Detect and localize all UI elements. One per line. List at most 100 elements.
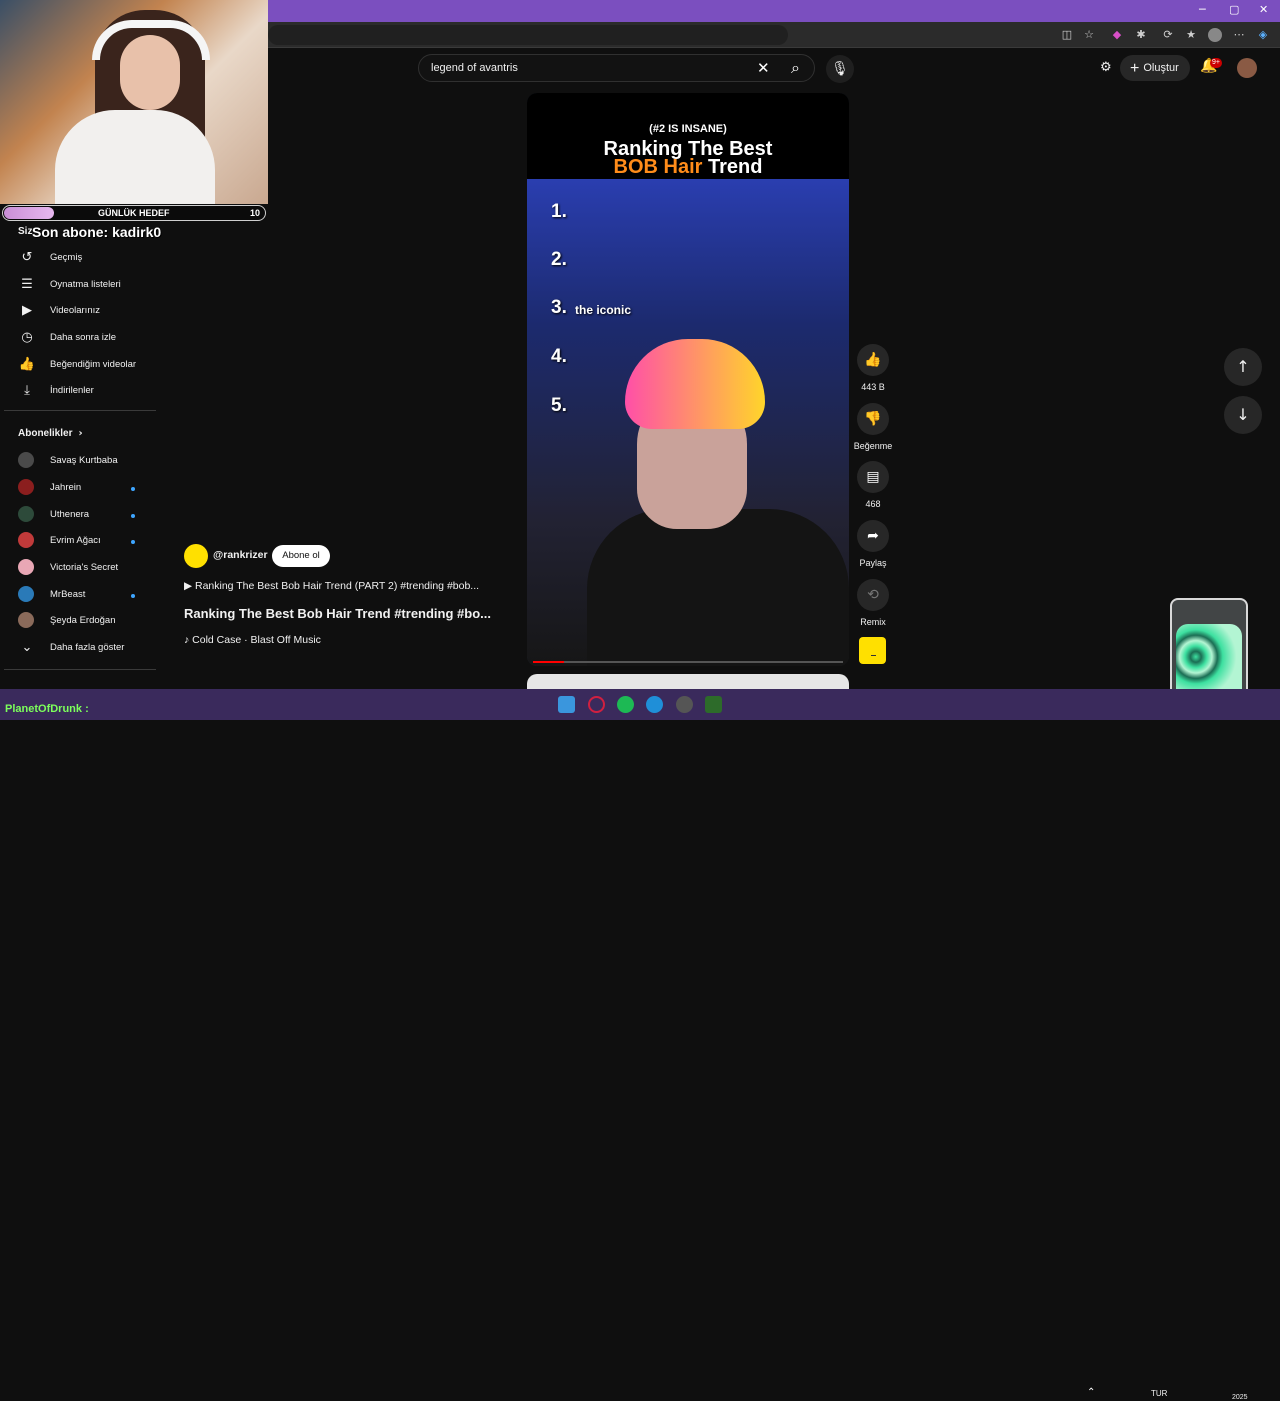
subscriptions-title: Abonelikler — [18, 428, 73, 439]
notification-badge: 9+ — [1210, 58, 1222, 68]
sidebar-item-label: Beğendiğim videolar — [50, 359, 137, 370]
music-link[interactable]: ♪ Cold Case · Blast Off Music — [184, 634, 321, 646]
video-progress-fill — [533, 661, 564, 663]
create-button[interactable]: + Oluştur — [1120, 55, 1190, 81]
more-menu-icon[interactable]: ⋯ — [1232, 28, 1246, 42]
sidebar-item-label: Uthenera — [50, 509, 90, 520]
show-more-label: Daha fazla göster — [50, 642, 125, 653]
sidebar-sub-item[interactable]: Jahrein — [18, 478, 158, 502]
clock-year[interactable]: 2025 — [1232, 1394, 1248, 1401]
collections-icon[interactable]: ★ — [1184, 28, 1198, 42]
clear-search-icon[interactable]: ✕ — [757, 59, 770, 77]
search-icon[interactable]: ⌕ — [791, 58, 800, 78]
streamer-name: PlanetOfDrunk : — [5, 703, 89, 715]
search-box[interactable]: legend of avantris ✕ ⌕ — [418, 54, 815, 82]
microphone-icon[interactable]: 🎙 — [826, 55, 854, 83]
sidebar-sub-item[interactable]: Evrim Ağacı — [18, 531, 158, 555]
sidebar-sub-item[interactable]: Savaş Kurtbaba — [18, 451, 158, 475]
video-title-banner: (#2 IS INSANE) Ranking The Best BOB Hair… — [527, 93, 849, 179]
sidebar-item-label: Savaş Kurtbaba — [50, 455, 118, 466]
puzzle-icon[interactable]: ✱ — [1134, 28, 1148, 42]
sidebar-item-watch-later[interactable]: ◷ Daha sonra izle — [18, 328, 158, 352]
sidebar-sub-item[interactable]: MrBeast — [18, 585, 158, 609]
remix-action: ⟲ Remix — [856, 579, 890, 627]
account-avatar[interactable] — [1237, 58, 1257, 78]
sound-thumbnail[interactable] — [859, 637, 886, 664]
edge-icon[interactable] — [646, 696, 663, 713]
comments-button[interactable]: ▤ — [857, 461, 889, 493]
playlist-icon: ☰ — [21, 277, 33, 292]
subscribe-button[interactable]: Abone ol — [272, 545, 330, 567]
sidebar-item-label: Videolarınız — [50, 305, 100, 316]
share-button[interactable]: ➦ — [857, 520, 889, 552]
chevron-right-icon: › — [78, 428, 83, 439]
windows-start-icon[interactable] — [558, 696, 575, 713]
thumbs-up-icon: 👍 — [864, 352, 882, 368]
your-videos-icon: ▶ — [22, 303, 32, 318]
extension-icon[interactable]: ◆ — [1110, 28, 1124, 42]
you-section-title: Siz — [18, 226, 33, 237]
sidebar-item-downloads[interactable]: ⤓ İndirilenler — [18, 381, 158, 405]
channel-handle[interactable]: @rankrizer — [213, 549, 268, 561]
url-field[interactable] — [268, 25, 788, 45]
arrow-up-icon: ↑ — [1236, 357, 1250, 376]
sidebar-item-history[interactable]: ↺ Geçmiş — [18, 248, 158, 272]
sidebar-item-label: MrBeast — [50, 589, 86, 600]
sidebar-sub-item[interactable]: Victoria's Secret — [18, 558, 158, 582]
channel-avatar — [18, 506, 34, 522]
channel-avatar[interactable] — [184, 544, 208, 568]
cast-icon[interactable]: ⚙ — [1100, 60, 1112, 75]
close-window-button[interactable]: ✕ — [1259, 3, 1268, 16]
favorite-star-icon[interactable]: ☆ — [1082, 28, 1096, 42]
obs-icon[interactable] — [676, 696, 693, 713]
new-content-dot — [131, 594, 135, 598]
sidebar-item-playlists[interactable]: ☰ Oynatma listeleri — [18, 275, 158, 299]
video-progress-bar[interactable] — [533, 661, 843, 663]
thumbs-up-icon: 👍 — [18, 357, 36, 372]
next-short-button[interactable]: ↓ — [1224, 396, 1262, 434]
shorts-video-player[interactable]: (#2 IS INSANE) Ranking The Best BOB Hair… — [527, 93, 849, 666]
remix-icon: ⟲ — [867, 587, 879, 603]
sidebar-item-label: Jahrein — [50, 482, 82, 493]
like-count: 443 B — [861, 382, 885, 392]
minimize-button[interactable]: ─ — [1199, 3, 1206, 16]
language-indicator[interactable]: TUR — [1151, 1389, 1167, 1398]
sidebar-item-label: İndirilenler — [50, 385, 94, 396]
maximize-button[interactable]: ▢ — [1229, 3, 1239, 16]
windows-taskbar: ⌃ TUR 2025 — [0, 689, 1280, 1401]
video-frame: 1. 2. 3. the iconic 4. 5. — [527, 179, 849, 666]
previous-short-button[interactable]: ↑ — [1224, 348, 1262, 386]
sidebar-item-liked[interactable]: 👍 Beğendiğim videolar — [18, 355, 158, 379]
new-content-dot — [131, 540, 135, 544]
share-icon: ➦ — [867, 528, 879, 544]
download-icon: ⤓ — [24, 383, 30, 398]
sidebar-item-label: Victoria's Secret — [50, 562, 119, 573]
like-button[interactable]: 👍 — [857, 344, 889, 376]
music-note-icon: ♪ — [184, 634, 190, 646]
sidebar-item-your-videos[interactable]: ▶ Videolarınız — [18, 301, 158, 325]
copilot-icon[interactable]: ◈ — [1256, 28, 1270, 42]
sidebar-sub-item[interactable]: Uthenera — [18, 505, 158, 529]
rank-caption: the iconic — [575, 303, 632, 317]
subscriptions-header[interactable]: Abonelikler › — [18, 428, 83, 439]
title-rest: Trend — [708, 156, 763, 178]
app-icon[interactable] — [588, 696, 605, 713]
rank-number: 3. — [551, 297, 567, 318]
tray-chevron-icon[interactable]: ⌃ — [1087, 1387, 1095, 1398]
search-input[interactable]: legend of avantris — [431, 62, 518, 74]
profile-icon[interactable] — [1208, 28, 1222, 42]
sync-icon[interactable]: ⟳ — [1161, 28, 1175, 42]
terminal-icon[interactable] — [705, 696, 722, 713]
spotify-icon[interactable] — [617, 696, 634, 713]
dislike-button[interactable]: 👎 — [857, 403, 889, 435]
sidebar-item-label: Evrim Ağacı — [50, 535, 101, 546]
sidebar-sub-item[interactable]: Şeyda Erdoğan — [18, 611, 158, 635]
video-title[interactable]: Ranking The Best Bob Hair Trend #trendin… — [184, 606, 491, 621]
show-more-button[interactable]: ⌄ Daha fazla göster — [18, 638, 158, 662]
split-screen-icon[interactable]: ◫ — [1060, 28, 1074, 42]
remix-button[interactable]: ⟲ — [857, 579, 889, 611]
video-description[interactable]: ▶ Ranking The Best Bob Hair Trend (PART … — [184, 580, 479, 592]
rank-number: 4. — [551, 346, 567, 367]
plus-icon: + — [1130, 60, 1140, 77]
like-action: 👍 443 B — [856, 344, 890, 392]
